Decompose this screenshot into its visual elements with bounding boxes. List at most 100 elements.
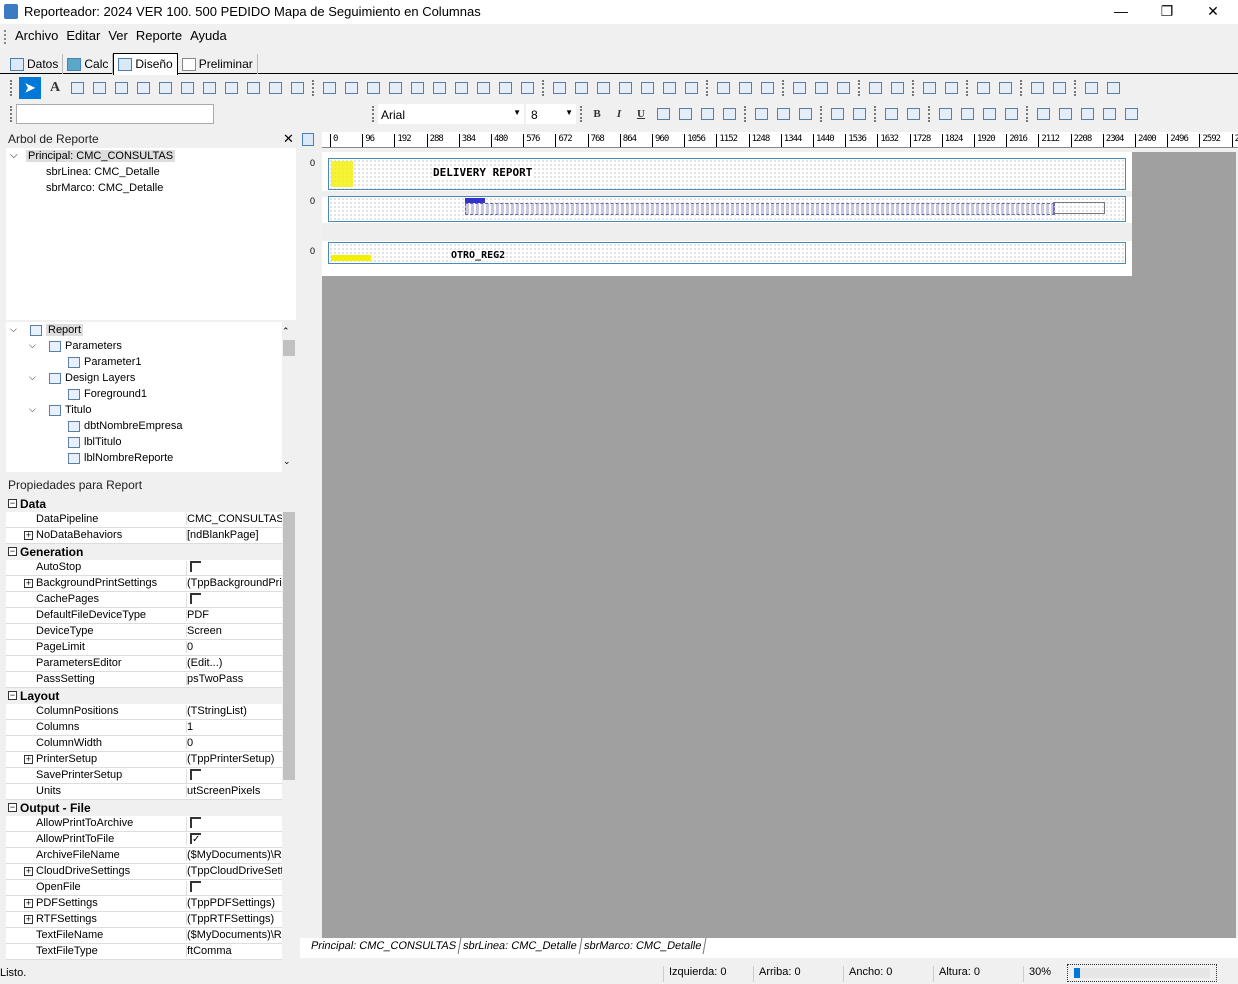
tree-node[interactable]: Parameters	[65, 340, 122, 352]
fill-color-icon[interactable]	[1035, 106, 1051, 122]
property-value[interactable]: 0	[186, 737, 282, 749]
property-value[interactable]: PDF	[186, 609, 282, 621]
toolbar-grip[interactable]	[10, 106, 12, 122]
send-back-icon[interactable]	[997, 80, 1013, 96]
db-checkbox-icon[interactable]	[519, 80, 535, 96]
property-row[interactable]: PageLimit 0	[6, 640, 282, 656]
close-button[interactable]: ✕	[1190, 0, 1236, 24]
property-row[interactable]: + CloudDriveSettings (TppCloudDriveSett	[6, 864, 282, 880]
italic-button[interactable]: I	[611, 106, 627, 122]
highlighted-field[interactable]	[331, 255, 371, 261]
line-style-icon[interactable]	[1123, 106, 1139, 122]
property-row[interactable]: TextFileName ($MyDocuments)\Re	[6, 928, 282, 944]
richtext-icon[interactable]	[91, 80, 107, 96]
db-memo-icon[interactable]	[343, 80, 359, 96]
highlighted-fields[interactable]	[331, 161, 353, 187]
summary-box[interactable]	[1053, 202, 1105, 214]
footer-label[interactable]: OTRO_REG2	[451, 250, 506, 261]
top-icon[interactable]	[791, 80, 807, 96]
property-row[interactable]: AllowPrintToArchive	[6, 816, 282, 832]
tab-sbrlinea[interactable]: sbrLinea: CMC_Detalle	[458, 938, 583, 954]
same-width-icon[interactable]	[921, 80, 937, 96]
column-fields[interactable]	[465, 203, 1055, 215]
collapse-icon[interactable]: −	[8, 691, 17, 700]
property-value[interactable]: [ndBlankPage]	[186, 529, 282, 541]
report-title-label[interactable]: DELIVERY REPORT	[433, 166, 533, 179]
top-text-icon[interactable]	[753, 106, 769, 122]
chevron-down-icon[interactable]: ⌵	[29, 404, 36, 415]
system-variable-icon[interactable]	[113, 80, 129, 96]
property-row[interactable]: ColumnWidth 0	[6, 736, 282, 752]
crosstab-icon[interactable]	[617, 80, 633, 96]
footer-band[interactable]: OTRO_REG2	[328, 242, 1126, 264]
property-row[interactable]: + NoDataBehaviors [ndBlankPage]	[6, 528, 282, 544]
property-row[interactable]: AutoStop	[6, 560, 282, 576]
toolbar-grip[interactable]	[372, 106, 374, 122]
tab-preliminar[interactable]: Preliminar	[178, 54, 258, 74]
tree-node[interactable]: lblTitulo	[84, 436, 122, 448]
page-break-icon[interactable]	[595, 80, 611, 96]
tab-principal[interactable]: Principal: CMC_CONSULTAS	[306, 938, 462, 954]
property-checkbox[interactable]	[186, 881, 282, 895]
space-horizontal-icon[interactable]	[867, 80, 883, 96]
expand-icon[interactable]: +	[24, 755, 33, 764]
chevron-down-icon[interactable]: ⌵	[10, 324, 17, 335]
property-category[interactable]: − Layout	[6, 688, 282, 704]
tree-node[interactable]: Report	[46, 324, 84, 336]
nudge-up-icon[interactable]	[1029, 80, 1045, 96]
grid-icon[interactable]	[1083, 80, 1099, 96]
2d-barcode-icon[interactable]	[267, 80, 283, 96]
property-row[interactable]: Units utScreenPixels	[6, 784, 282, 800]
line-color-icon[interactable]	[1057, 106, 1073, 122]
toolbar-grip[interactable]	[4, 29, 7, 44]
property-value[interactable]: (TppPDFSettings)	[186, 897, 282, 909]
property-category[interactable]: − Data	[6, 496, 282, 512]
tree-node[interactable]: Titulo	[65, 404, 92, 416]
barcode-icon[interactable]	[245, 80, 261, 96]
align-text-right-icon[interactable]	[699, 106, 715, 122]
property-row[interactable]: + BackgroundPrintSettings (TppBackgroundPr…	[6, 576, 282, 592]
bottom-text-icon[interactable]	[797, 106, 813, 122]
object-field-input[interactable]	[16, 104, 214, 124]
anchor-icon[interactable]	[883, 106, 899, 122]
property-row[interactable]: ArchiveFileName ($MyDocuments)\Re	[6, 848, 282, 864]
ruler-toggle-icon[interactable]	[302, 132, 320, 148]
property-row[interactable]: + RTFSettings (TppRTFSettings)	[6, 912, 282, 928]
justify-icon[interactable]	[721, 106, 737, 122]
collapse-icon[interactable]: −	[8, 547, 17, 556]
bring-forward-icon[interactable]	[981, 106, 997, 122]
expand-icon[interactable]: +	[24, 915, 33, 924]
report-page[interactable]: DELIVERY REPORT OTRO_REG2	[322, 152, 1132, 276]
collapse-icon[interactable]: −	[8, 803, 17, 812]
db-barcode-icon[interactable]	[431, 80, 447, 96]
property-category[interactable]: − Output - File	[6, 800, 282, 816]
expand-icon[interactable]: +	[24, 899, 33, 908]
chart-icon[interactable]	[223, 80, 239, 96]
property-value[interactable]: ($MyDocuments)\Re	[186, 849, 282, 861]
property-value[interactable]: CMC_CONSULTAS	[186, 513, 282, 525]
bottom-icon[interactable]	[835, 80, 851, 96]
subreport-icon[interactable]	[573, 80, 589, 96]
property-checkbox[interactable]: ✓	[186, 833, 282, 845]
tab-calc[interactable]: Calc	[63, 54, 114, 74]
paint-bucket-icon[interactable]	[661, 80, 677, 96]
font-name-select[interactable]: Arial ▼	[378, 104, 524, 124]
line-thick-icon[interactable]	[1101, 106, 1117, 122]
menu-editar[interactable]: Editar	[62, 26, 104, 45]
region-icon[interactable]	[551, 80, 567, 96]
report-tree-scrollbar[interactable]: ⌃ ⌄	[282, 322, 296, 472]
border-icon[interactable]	[905, 106, 921, 122]
chevron-down-icon[interactable]: ⌵	[10, 150, 18, 161]
property-value[interactable]: (TppRTFSettings)	[186, 913, 282, 925]
property-value[interactable]: ($MyDocuments)\Re	[186, 929, 282, 941]
bring-to-front-icon[interactable]	[937, 106, 953, 122]
highlight-color-icon[interactable]	[851, 106, 867, 122]
property-checkbox[interactable]	[186, 561, 282, 575]
tree-node[interactable]: Foreground1	[84, 388, 147, 400]
property-category[interactable]: − Generation	[6, 544, 282, 560]
property-row[interactable]: ColumnPositions (TStringList)	[6, 704, 282, 720]
scroll-thumb[interactable]	[283, 512, 295, 780]
menu-reporte[interactable]: Reporte	[132, 26, 186, 45]
send-to-back-icon[interactable]	[959, 106, 975, 122]
maximize-button[interactable]: ❐	[1144, 0, 1190, 24]
